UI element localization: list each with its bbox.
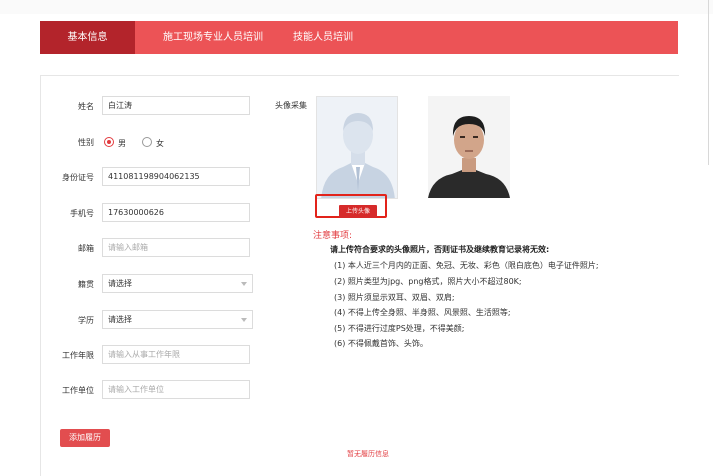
id-number-input[interactable] (102, 167, 250, 186)
add-resume-button[interactable]: 添加履历 (60, 429, 110, 447)
phone-label: 手机号 (70, 209, 94, 218)
tab-site-professional-training[interactable]: 施工现场专业人员培训 (148, 21, 278, 54)
person-silhouette-icon (317, 97, 397, 198)
portrait-photo-icon (428, 96, 510, 198)
top-strip (0, 0, 713, 14)
scrollbar[interactable] (708, 0, 709, 165)
gender-label: 性别 (78, 138, 94, 147)
phone-input[interactable] (102, 203, 250, 222)
empty-resume-text: 暂无履历信息 (347, 450, 389, 458)
employer-label: 工作单位 (62, 386, 94, 395)
education-select[interactable]: 请选择 (102, 310, 253, 329)
tab-bar: 基本信息 施工现场专业人员培训 技能人员培训 (40, 21, 678, 54)
gender-female-radio[interactable] (142, 137, 152, 147)
education-value: 请选择 (108, 315, 132, 324)
notice-item: (1) 本人近三个月内的正面、免冠、无妆、彩色（限白底色）电子证件照片; (334, 261, 599, 270)
uploaded-photo (428, 96, 510, 198)
email-input[interactable] (102, 238, 250, 257)
work-years-input[interactable] (102, 345, 250, 364)
tab-skill-training[interactable]: 技能人员培训 (288, 21, 358, 54)
education-label: 学历 (78, 316, 94, 325)
gender-male-label: 男 (118, 139, 126, 148)
notice-item: (3) 照片须显示双耳、双眉、双肩; (334, 293, 455, 302)
id-number-label: 身份证号 (62, 173, 94, 182)
upload-avatar-button[interactable]: 上传头像 (339, 205, 377, 218)
notice-title: 注意事项: (313, 231, 353, 241)
notice-item: (6) 不得佩戴首饰、头饰。 (334, 339, 428, 348)
email-label: 邮箱 (78, 244, 94, 253)
name-label: 姓名 (78, 102, 94, 111)
photo-label: 头像采集 (275, 101, 307, 110)
avatar-placeholder (316, 96, 398, 199)
native-place-value: 请选择 (108, 279, 132, 288)
notice-item: (5) 不得进行过度PS处理，不得美颜; (334, 324, 465, 333)
gender-female-label: 女 (156, 139, 164, 148)
work-years-label: 工作年限 (62, 351, 94, 360)
native-place-label: 籍贯 (78, 280, 94, 289)
gender-male-radio[interactable] (104, 137, 114, 147)
chevron-down-icon (241, 282, 247, 286)
tab-basic-info[interactable]: 基本信息 (40, 21, 135, 54)
notice-item: (4) 不得上传全身照、半身照、风景照、生活照等; (334, 308, 511, 317)
notice-heading: 请上传符合要求的头像照片，否则证书及继续教育记录将无效: (330, 245, 550, 254)
chevron-down-icon (241, 318, 247, 322)
native-place-select[interactable]: 请选择 (102, 274, 253, 293)
employer-input[interactable] (102, 380, 250, 399)
name-input[interactable] (102, 96, 250, 115)
notice-item: (2) 照片类型为jpg、png格式，照片大小不超过80K; (334, 277, 522, 286)
